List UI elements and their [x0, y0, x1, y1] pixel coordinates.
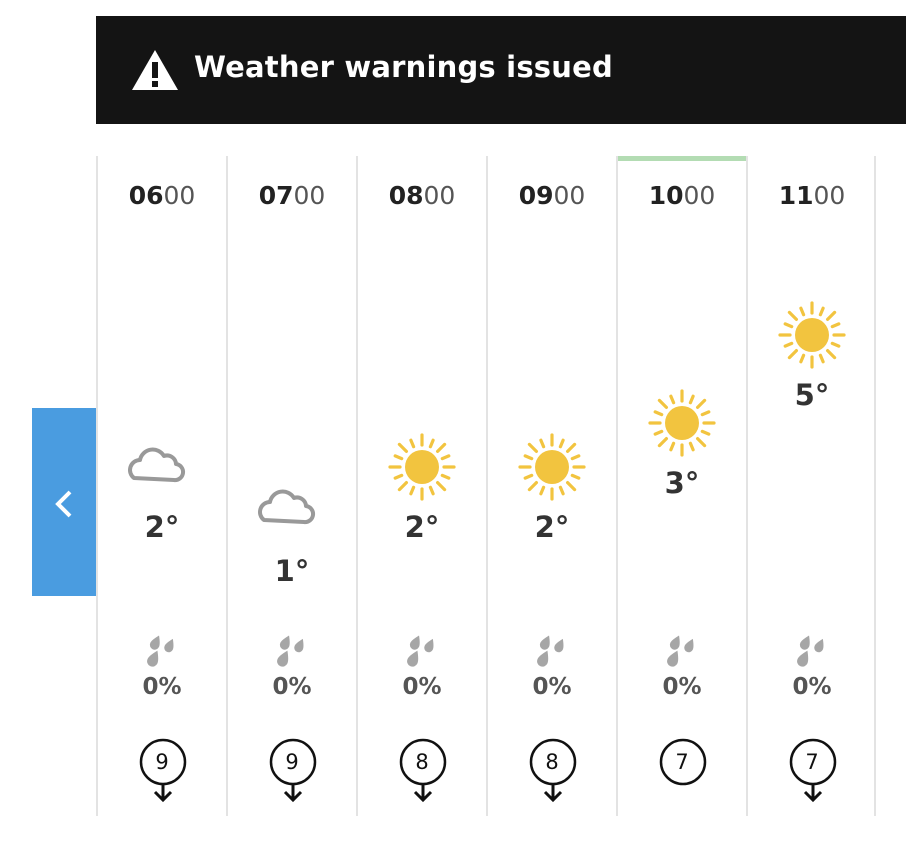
hour-value: 11	[778, 181, 814, 210]
hourly-forecast-strip: 0600 2° 0% 9 0700 1° 0% 9 0800 2° 0% 8 0900 2° 0% 8 1000…	[96, 156, 906, 816]
minutes-value: 00	[423, 181, 456, 210]
rain-chance: 0%	[142, 674, 182, 700]
hour-label: 0700	[228, 181, 356, 210]
temperature: 2°	[534, 510, 570, 544]
rain-chance: 0%	[792, 674, 832, 700]
rain-chance: 0%	[402, 674, 442, 700]
partly-cloudy-night-icon	[128, 440, 196, 483]
hour-label: 0600	[98, 181, 226, 210]
hour-column[interactable]: 0800 2° 0% 8	[356, 156, 486, 816]
wind-speed: 9	[155, 750, 169, 774]
raindrops-icon	[797, 635, 824, 667]
hour-column[interactable]: 1000 3° 0% 7	[616, 156, 746, 816]
minutes-value: 00	[293, 181, 326, 210]
sunny-icon	[518, 433, 586, 501]
hour-column[interactable]: 1100 5° 0% 7	[746, 156, 876, 816]
wind-speed: 8	[415, 750, 429, 774]
wind-speed: 9	[285, 750, 299, 774]
raindrops-icon	[667, 635, 694, 667]
wind-speed: 8	[545, 750, 559, 774]
previous-hours-button[interactable]	[32, 408, 96, 596]
wind-speed: 7	[805, 750, 819, 774]
temperature: 2°	[144, 510, 180, 544]
hour-label: 1100	[748, 181, 876, 210]
raindrops-icon	[147, 635, 174, 667]
raindrops-icon	[277, 635, 304, 667]
temperature: 2°	[404, 510, 440, 544]
weather-warning-banner[interactable]: Weather warnings issued	[96, 16, 906, 124]
hour-column[interactable]: 0600 2° 0% 9	[96, 156, 226, 816]
hour-value: 09	[518, 181, 554, 210]
hour-label: 0900	[488, 181, 616, 210]
rain-chance: 0%	[662, 674, 702, 700]
raindrops-icon	[537, 635, 564, 667]
rain-chance: 0%	[272, 674, 312, 700]
hour-label: 0800	[358, 181, 486, 210]
temperature: 1°	[274, 554, 310, 588]
wind-speed: 7	[675, 750, 689, 774]
temperature: 5°	[794, 378, 830, 412]
hour-column[interactable]: 0900 2° 0% 8	[486, 156, 616, 816]
rain-chance: 0%	[532, 674, 572, 700]
minutes-value: 00	[163, 181, 196, 210]
chevron-left-icon	[55, 490, 72, 518]
selected-indicator	[618, 156, 746, 161]
minutes-value: 00	[553, 181, 586, 210]
minutes-value: 00	[813, 181, 846, 210]
minutes-value: 00	[683, 181, 716, 210]
hour-value: 06	[128, 181, 164, 210]
hour-column[interactable]: 0700 1° 0% 9	[226, 156, 356, 816]
warning-triangle-icon	[132, 50, 178, 90]
temperature: 3°	[664, 466, 700, 500]
sunny-icon	[648, 389, 716, 457]
sunny-icon	[778, 301, 846, 369]
hour-label: 1000	[618, 181, 746, 210]
raindrops-icon	[407, 635, 434, 667]
hour-value: 08	[388, 181, 424, 210]
hour-value: 10	[648, 181, 684, 210]
hour-value: 07	[258, 181, 294, 210]
sunny-icon	[388, 433, 456, 501]
partly-cloudy-night-icon	[258, 482, 326, 525]
banner-text: Weather warnings issued	[194, 50, 613, 84]
